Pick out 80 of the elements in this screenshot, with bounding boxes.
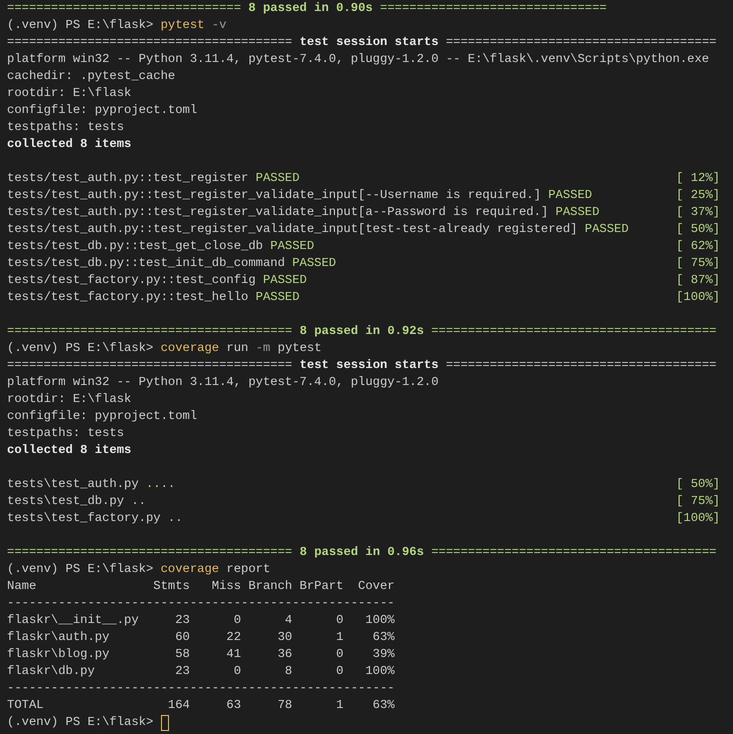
table-cell-text: flaskr\db.py — [7, 663, 96, 680]
progress-percent: [100%] — [676, 510, 720, 527]
terminal-line: collected 8 items — [7, 442, 132, 459]
column-header: Stmts — [153, 578, 190, 595]
table-cell-text: 63 — [225, 697, 242, 714]
terminal-line: ======================================= test session starts ===================================== — [7, 357, 716, 374]
table-cell-text: 0 — [232, 612, 242, 629]
table-cell-text: flaskr\auth.py — [7, 629, 110, 646]
table-cell-text: 22 — [225, 629, 242, 646]
terminal-line: tests/test_auth.py::test_register PASSED — [7, 170, 300, 187]
table-cell-text: 1 — [335, 629, 344, 646]
terminal-line: tests/test_auth.py::test_register_validate_input[--Username is required.] PASSED — [7, 187, 592, 204]
progress-percent: [ 62%] — [676, 238, 720, 255]
table-cell-text: 36 — [276, 646, 292, 663]
table-cell-text: 0 — [232, 663, 242, 680]
progress-percent: [ 37%] — [676, 204, 720, 221]
table-cell-text: 63% — [372, 629, 395, 646]
terminal-line: ======================================= test session starts ===================================== — [7, 34, 716, 51]
table-cell-text: 0 — [335, 646, 344, 663]
table-cell-text: 100% — [364, 612, 395, 629]
table-cell-text: 63% — [372, 697, 395, 714]
table-cell-text: flaskr\__init__.py — [7, 612, 140, 629]
column-header: BrPart — [298, 578, 344, 595]
table-cell-text: TOTAL — [7, 697, 45, 714]
table-cell-text: 30 — [276, 629, 292, 646]
column-header: Miss — [210, 578, 242, 595]
progress-percent: [ 25%] — [676, 187, 720, 204]
column-header: Branch — [247, 578, 292, 595]
table-cell-text: 164 — [166, 697, 190, 714]
terminal-line: ======================================= 8 passed in 0.96s ======================================= — [7, 544, 716, 561]
terminal-line: tests\test_auth.py .... — [7, 476, 176, 493]
terminal-line: tests\test_factory.py .. — [7, 510, 183, 527]
terminal-line: testpaths: tests — [7, 119, 124, 136]
table-cell-text: 1 — [335, 697, 344, 714]
terminal-line: tests/test_auth.py::test_register_validate_input[a--Password is required.] PASSED — [7, 204, 600, 221]
table-cell-text: 23 — [174, 612, 190, 629]
column-header: Cover — [357, 578, 395, 595]
terminal-line: ================================ 8 passed in 0.90s =============================== — [7, 0, 607, 17]
terminal-line: (.venv) PS E:\flask> coverage report — [7, 561, 270, 578]
table-cell-text: 0 — [335, 612, 344, 629]
progress-percent: [ 75%] — [676, 255, 720, 272]
table-cell-text: 58 — [174, 646, 190, 663]
terminal-line: (.venv) PS E:\flask> pytest -v — [7, 17, 226, 34]
terminal-line: tests/test_db.py::test_get_close_db PASSED — [7, 238, 314, 255]
terminal-line: rootdir: E:\flask — [7, 85, 132, 102]
table-cell-text: flaskr\blog.py — [7, 646, 110, 663]
terminal-line: testpaths: tests — [7, 425, 124, 442]
progress-percent: [ 50%] — [676, 476, 720, 493]
table-cell-text: 78 — [276, 697, 292, 714]
terminal-line: cachedir: .pytest_cache — [7, 68, 176, 85]
table-cell-text: 41 — [225, 646, 242, 663]
table-cell-text: 39% — [372, 646, 395, 663]
terminal-line: tests/test_db.py::test_init_db_command PASSED — [7, 255, 336, 272]
column-header: Name — [7, 578, 38, 595]
table-cell-text: 8 — [284, 663, 292, 680]
table-cell-text: 0 — [335, 663, 344, 680]
progress-percent: [100%] — [676, 289, 720, 306]
table-cell-text: 100% — [364, 663, 395, 680]
progress-percent: [ 75%] — [676, 493, 720, 510]
progress-percent: [ 87%] — [676, 272, 720, 289]
progress-percent: [ 12%] — [676, 170, 720, 187]
terminal-line: tests\test_db.py .. — [7, 493, 146, 510]
terminal-line: rootdir: E:\flask — [7, 391, 132, 408]
dash-rule: ----------------------------------------------------- — [7, 680, 395, 697]
table-cell-text: 4 — [284, 612, 292, 629]
terminal-line: tests/test_factory.py::test_hello PASSED — [7, 289, 300, 306]
terminal-line: configfile: pyproject.toml — [7, 408, 198, 425]
terminal-line: tests/test_factory.py::test_config PASSED — [7, 272, 307, 289]
progress-percent: [ 50%] — [676, 221, 720, 238]
terminal-line: tests/test_auth.py::test_register_validate_input[test-test-already registered] PASSED — [7, 221, 629, 238]
terminal-line: (.venv) PS E:\flask> coverage run -m pytest — [7, 340, 322, 357]
terminal-line: ======================================= 8 passed in 0.92s ======================================= — [7, 323, 716, 340]
terminal-line: collected 8 items — [7, 136, 132, 153]
terminal-line: platform win32 -- Python 3.11.4, pytest-7.4.0, pluggy-1.2.0 -- E:\flask\.venv\Scripts\python.exe — [7, 51, 710, 68]
table-cell-text: 23 — [174, 663, 190, 680]
terminal-line: platform win32 -- Python 3.11.4, pytest-7.4.0, pluggy-1.2.0 — [7, 374, 439, 391]
dash-rule: ----------------------------------------------------- — [7, 595, 395, 612]
terminal-line: configfile: pyproject.toml — [7, 102, 198, 119]
table-cell-text: 60 — [174, 629, 190, 646]
terminal-line: (.venv) PS E:\flask> — [7, 714, 154, 731]
